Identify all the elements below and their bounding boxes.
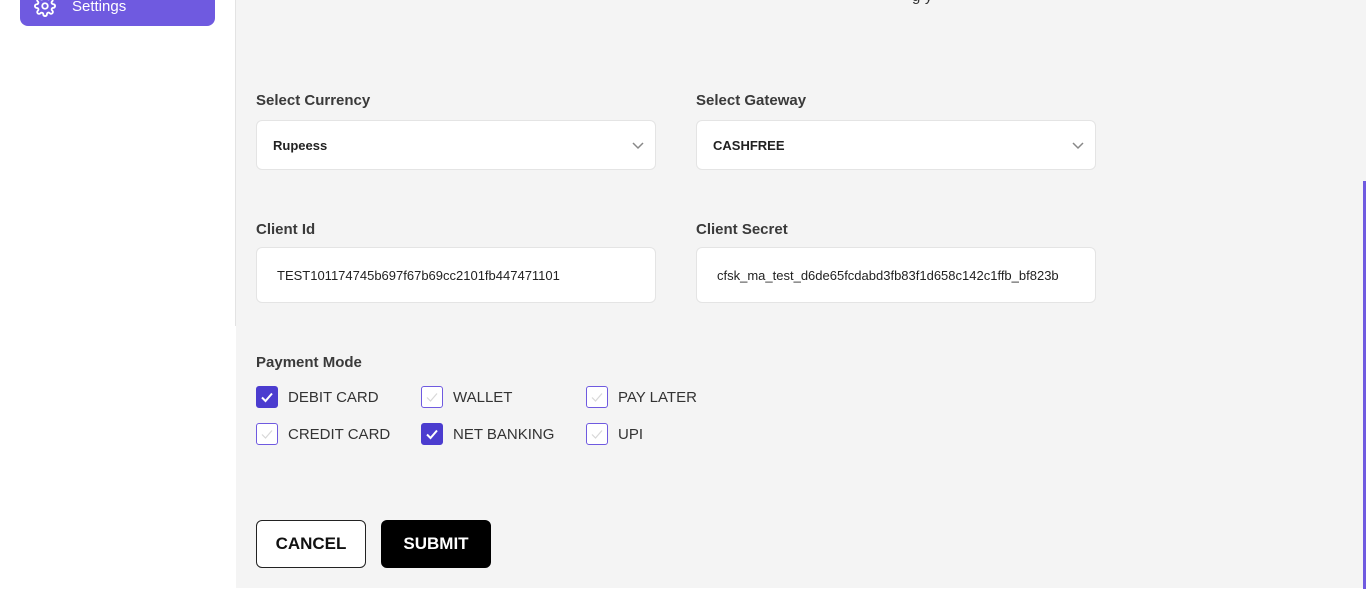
checkbox-debit-card[interactable]: DEBIT CARD <box>256 386 379 408</box>
check-icon <box>261 430 273 439</box>
gear-icon <box>34 0 56 17</box>
chevron-down-icon <box>631 138 645 152</box>
main-content: g y Select Currency Rupeess Select Gatew… <box>236 0 1366 589</box>
currency-value: Rupeess <box>273 137 328 153</box>
client-id-value: TEST101174745b697f67b69cc2101fb447471101 <box>277 267 560 283</box>
currency-select[interactable]: Rupeess <box>256 120 656 170</box>
checkbox[interactable] <box>421 423 443 445</box>
check-icon <box>591 393 603 402</box>
client-secret-field[interactable]: cfsk_ma_test_d6de65fcdabd3fb83f1d658c142… <box>696 247 1096 303</box>
sidebar: Settings <box>0 0 236 589</box>
check-icon <box>426 393 438 402</box>
checkbox-label: PAY LATER <box>618 388 697 406</box>
checkbox[interactable] <box>586 386 608 408</box>
checkbox[interactable] <box>586 423 608 445</box>
cancel-button[interactable]: CANCEL <box>256 520 366 568</box>
sidebar-item-settings[interactable]: Settings <box>20 0 215 26</box>
client-id-label: Client Id <box>256 221 316 238</box>
check-icon <box>591 430 603 439</box>
gateway-label: Select Gateway <box>696 92 807 109</box>
header-partial-text: g y <box>912 0 933 5</box>
submit-button[interactable]: SUBMIT <box>381 520 491 568</box>
checkbox-upi[interactable]: UPI <box>586 423 643 445</box>
checkbox-credit-card[interactable]: CREDIT CARD <box>256 423 390 445</box>
payment-mode-label: Payment Mode <box>256 354 362 371</box>
checkbox-label: NET BANKING <box>453 425 555 443</box>
checkbox[interactable] <box>256 423 278 445</box>
client-secret-label: Client Secret <box>696 221 788 238</box>
gateway-value: CASHFREE <box>713 137 785 153</box>
client-id-field[interactable]: TEST101174745b697f67b69cc2101fb447471101 <box>256 247 656 303</box>
checkbox-pay-later[interactable]: PAY LATER <box>586 386 697 408</box>
currency-label: Select Currency <box>256 92 371 109</box>
sidebar-item-label: Settings <box>72 0 127 15</box>
client-secret-value: cfsk_ma_test_d6de65fcdabd3fb83f1d658c142… <box>717 267 1059 283</box>
gateway-select[interactable]: CASHFREE <box>696 120 1096 170</box>
checkbox-label: CREDIT CARD <box>288 425 391 443</box>
chevron-down-icon <box>1071 138 1085 152</box>
checkbox[interactable] <box>256 386 278 408</box>
checkbox-wallet[interactable]: WALLET <box>421 386 512 408</box>
checkbox-net-banking[interactable]: NET BANKING <box>421 423 554 445</box>
checkbox-label: WALLET <box>453 388 513 406</box>
checkbox-label: UPI <box>618 425 644 443</box>
checkbox-label: DEBIT CARD <box>288 388 379 406</box>
check-icon <box>261 392 273 403</box>
checkbox[interactable] <box>421 386 443 408</box>
check-icon <box>426 429 438 440</box>
